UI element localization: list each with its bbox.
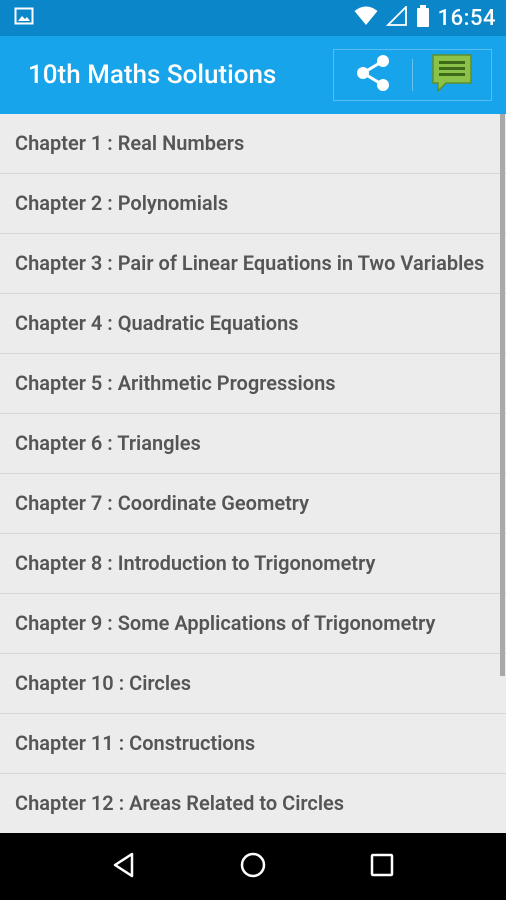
scrollbar[interactable]	[500, 114, 505, 676]
chapter-item[interactable]: Chapter 1 : Real Numbers	[0, 114, 506, 174]
chapter-item[interactable]: Chapter 6 : Triangles	[0, 414, 506, 474]
back-button[interactable]	[100, 843, 148, 891]
app-bar-actions	[333, 49, 492, 101]
wifi-icon	[354, 6, 378, 30]
status-time: 16:54	[437, 5, 496, 31]
recents-button[interactable]	[358, 843, 406, 891]
chapter-list: Chapter 1 : Real Numbers Chapter 2 : Pol…	[0, 114, 506, 833]
share-button[interactable]	[334, 50, 412, 100]
chapter-item[interactable]: Chapter 2 : Polynomials	[0, 174, 506, 234]
message-icon	[430, 53, 474, 97]
chapter-item[interactable]: Chapter 8 : Introduction to Trigonometry	[0, 534, 506, 594]
chapter-item[interactable]: Chapter 12 : Areas Related to Circles	[0, 774, 506, 833]
chapter-item[interactable]: Chapter 5 : Arithmetic Progressions	[0, 354, 506, 414]
chapter-item[interactable]: Chapter 9 : Some Applications of Trigono…	[0, 594, 506, 654]
chapter-item[interactable]: Chapter 7 : Coordinate Geometry	[0, 474, 506, 534]
status-bar: 16:54	[0, 0, 506, 36]
recents-icon	[368, 851, 396, 883]
feedback-button[interactable]	[413, 50, 491, 100]
nav-bar	[0, 833, 506, 900]
home-button[interactable]	[229, 843, 277, 891]
chapter-item[interactable]: Chapter 3 : Pair of Linear Equations in …	[0, 234, 506, 294]
share-icon	[355, 54, 391, 96]
app-bar: 10th Maths Solutions	[0, 36, 506, 114]
signal-icon	[385, 4, 408, 30]
status-right: 16:54	[354, 4, 496, 31]
home-icon	[239, 851, 267, 883]
battery-icon	[416, 5, 430, 31]
chapter-item[interactable]: Chapter 4 : Quadratic Equations	[0, 294, 506, 354]
image-icon	[14, 6, 34, 30]
chapter-item[interactable]: Chapter 11 : Constructions	[0, 714, 506, 774]
chapter-item[interactable]: Chapter 10 : Circles	[0, 654, 506, 714]
back-icon	[110, 851, 138, 883]
app-title: 10th Maths Solutions	[28, 60, 277, 90]
